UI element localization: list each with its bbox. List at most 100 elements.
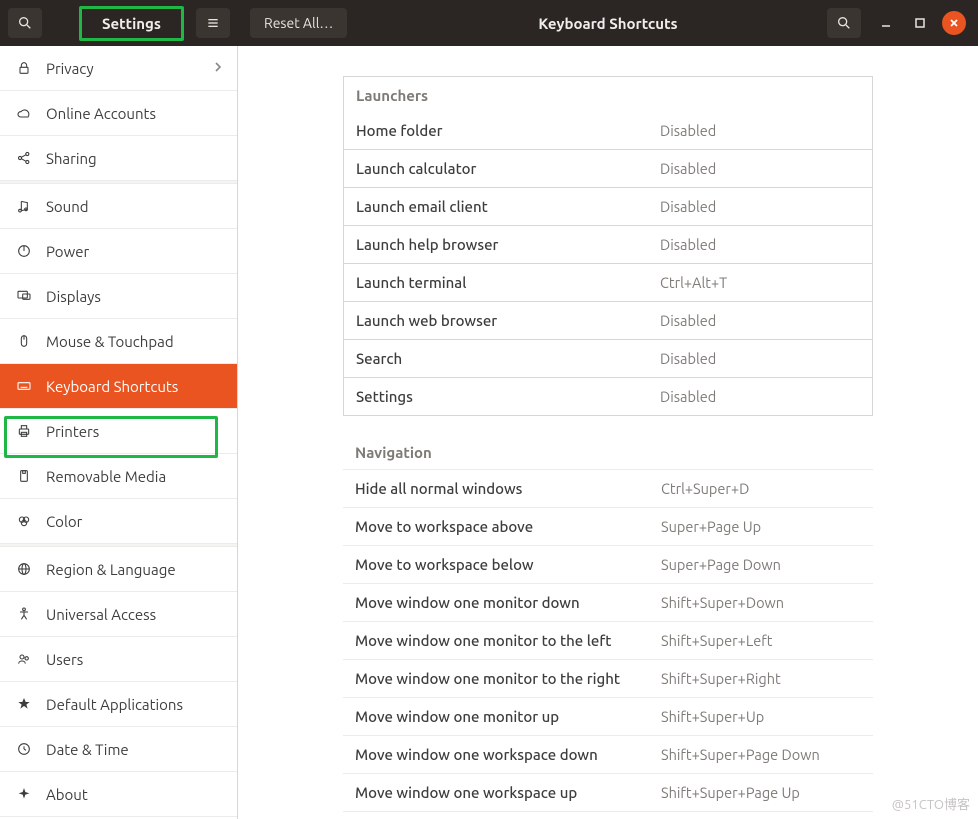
maximize-button[interactable] <box>908 11 932 35</box>
sidebar-item-sharing[interactable]: Sharing <box>0 136 237 181</box>
sidebar-item-about[interactable]: About <box>0 772 237 817</box>
sidebar-item-printers[interactable]: Printers <box>0 409 237 454</box>
sidebar-item-label: Removable Media <box>46 468 223 485</box>
sidebar-item-label: Printers <box>46 423 223 440</box>
maximize-icon <box>914 17 926 29</box>
shortcut-value: Disabled <box>660 198 860 215</box>
sidebar: Privacy Online Accounts Sharing Sound Power D… <box>0 46 238 819</box>
shortcut-row[interactable]: Home folderDisabled <box>343 112 873 150</box>
shortcut-value: Disabled <box>660 312 860 329</box>
shortcut-label: Launch calculator <box>356 160 660 177</box>
shortcut-label: Move window one monitor down <box>355 594 661 611</box>
close-button[interactable] <box>942 11 966 35</box>
sidebar-search-button[interactable] <box>8 8 42 38</box>
sidebar-item-online-accounts[interactable]: Online Accounts <box>0 91 237 136</box>
sidebar-item-power[interactable]: Power <box>0 229 237 274</box>
shortcut-row[interactable]: Move window to last workspaceShift+Super… <box>343 811 873 819</box>
sidebar-item-date-time[interactable]: Date & Time <box>0 727 237 772</box>
removable-icon <box>14 468 34 484</box>
shortcut-row[interactable]: Move window one monitor to the leftShift… <box>343 621 873 659</box>
access-icon <box>14 606 34 622</box>
mouse-icon <box>14 333 34 349</box>
shortcut-row[interactable]: SearchDisabled <box>343 340 873 378</box>
shortcut-label: Settings <box>356 388 660 405</box>
sidebar-item-label: Power <box>46 243 223 260</box>
sidebar-item-sound[interactable]: Sound <box>0 184 237 229</box>
sound-icon <box>14 198 34 214</box>
shortcut-row[interactable]: Move window one workspace downShift+Supe… <box>343 735 873 773</box>
sidebar-item-label: Privacy <box>46 60 213 77</box>
sidebar-item-label: About <box>46 786 223 803</box>
shortcut-row[interactable]: Move window one monitor to the rightShif… <box>343 659 873 697</box>
star-icon <box>14 696 34 712</box>
sidebar-item-label: Sharing <box>46 150 223 167</box>
shortcut-value: Disabled <box>660 236 860 253</box>
shortcut-row[interactable]: SettingsDisabled <box>343 378 873 416</box>
printer-icon <box>14 423 34 439</box>
shortcut-value: Super+Page Up <box>661 518 861 535</box>
section-header: Navigation <box>343 416 873 469</box>
section-header: Launchers <box>343 76 873 112</box>
shortcut-label: Move to workspace above <box>355 518 661 535</box>
sidebar-item-universal-access[interactable]: Universal Access <box>0 592 237 637</box>
sidebar-item-region-language[interactable]: Region & Language <box>0 547 237 592</box>
search-icon <box>17 15 33 31</box>
region-icon <box>14 561 34 577</box>
shortcut-row[interactable]: Launch web browserDisabled <box>343 302 873 340</box>
sidebar-item-keyboard-shortcuts[interactable]: Keyboard Shortcuts <box>0 364 237 409</box>
shortcut-value: Disabled <box>660 160 860 177</box>
sidebar-item-users[interactable]: Users <box>0 637 237 682</box>
shortcut-label: Launch email client <box>356 198 660 215</box>
shortcut-value: Shift+Super+Right <box>661 670 861 687</box>
sidebar-item-label: Mouse & Touchpad <box>46 333 223 350</box>
keyboard-icon <box>14 378 34 394</box>
cloud-icon <box>14 105 34 121</box>
close-icon <box>948 17 960 29</box>
minimize-button[interactable] <box>874 11 898 35</box>
shortcut-row[interactable]: Launch email clientDisabled <box>343 188 873 226</box>
sidebar-item-default-applications[interactable]: Default Applications <box>0 682 237 727</box>
sidebar-item-privacy[interactable]: Privacy <box>0 46 237 91</box>
shortcut-row[interactable]: Move to workspace aboveSuper+Page Up <box>343 507 873 545</box>
menu-button[interactable] <box>196 8 230 38</box>
shortcut-row[interactable]: Move window one workspace upShift+Super+… <box>343 773 873 811</box>
shortcut-label: Move to workspace below <box>355 556 661 573</box>
sidebar-item-mouse-touchpad[interactable]: Mouse & Touchpad <box>0 319 237 364</box>
sidebar-item-label: Universal Access <box>46 606 223 623</box>
shortcut-row[interactable]: Hide all normal windowsCtrl+Super+D <box>343 469 873 507</box>
sidebar-item-label: Keyboard Shortcuts <box>46 378 223 395</box>
sidebar-item-label: Color <box>46 513 223 530</box>
sidebar-item-displays[interactable]: Displays <box>0 274 237 319</box>
shortcut-row[interactable]: Move window one monitor upShift+Super+Up <box>343 697 873 735</box>
app-title: Settings <box>79 6 184 41</box>
sidebar-item-label: Online Accounts <box>46 105 223 122</box>
shortcut-value: Shift+Super+Up <box>661 708 861 725</box>
shortcut-value: Disabled <box>660 350 860 367</box>
sidebar-item-removable-media[interactable]: Removable Media <box>0 454 237 499</box>
shortcut-row[interactable]: Move window one monitor downShift+Super+… <box>343 583 873 621</box>
hamburger-icon <box>205 15 221 31</box>
plus-icon <box>14 786 34 802</box>
shortcut-value: Shift+Super+Page Up <box>661 784 861 801</box>
sidebar-item-label: Displays <box>46 288 223 305</box>
shortcut-row[interactable]: Launch calculatorDisabled <box>343 150 873 188</box>
shortcut-value: Disabled <box>660 122 860 139</box>
shortcut-label: Hide all normal windows <box>355 480 661 497</box>
content-search-button[interactable] <box>827 8 861 38</box>
content-area: LaunchersHome folderDisabledLaunch calcu… <box>238 46 978 819</box>
lock-icon <box>14 60 34 76</box>
shortcut-label: Launch terminal <box>356 274 660 291</box>
reset-all-button[interactable]: Reset All… <box>250 8 347 38</box>
shortcut-label: Move window one monitor up <box>355 708 661 725</box>
color-icon <box>14 513 34 529</box>
shortcut-row[interactable]: Move to workspace belowSuper+Page Down <box>343 545 873 583</box>
shortcut-row[interactable]: Launch help browserDisabled <box>343 226 873 264</box>
shortcut-value: Shift+Super+Down <box>661 594 861 611</box>
sidebar-item-label: Date & Time <box>46 741 223 758</box>
shortcut-row[interactable]: Launch terminalCtrl+Alt+T <box>343 264 873 302</box>
sidebar-item-label: Sound <box>46 198 223 215</box>
sidebar-item-color[interactable]: Color <box>0 499 237 544</box>
chevron-right-icon <box>213 60 223 76</box>
displays-icon <box>14 288 34 304</box>
shortcut-label: Home folder <box>356 122 660 139</box>
